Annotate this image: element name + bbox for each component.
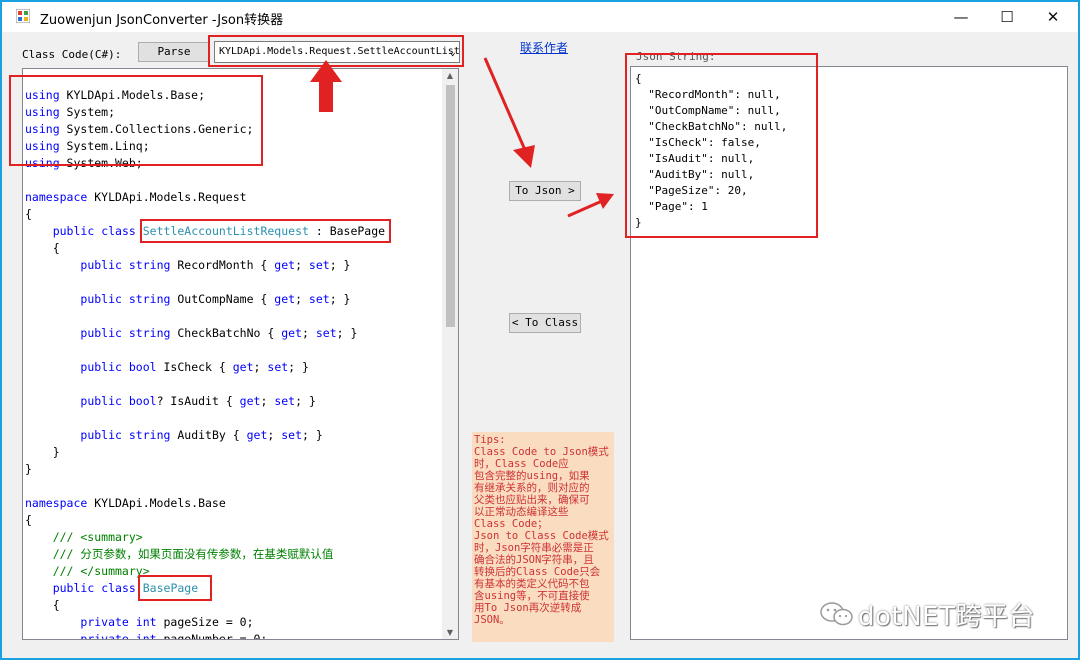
watermark-text: dotNET跨平台 <box>858 602 1035 632</box>
annotation-arrows <box>310 57 614 218</box>
arrow-down-line <box>483 57 527 151</box>
wechat-icon <box>820 602 853 626</box>
arrow-right-line <box>567 199 603 218</box>
arrow-down-icon <box>513 145 535 168</box>
arrow-up-icon <box>310 60 342 112</box>
